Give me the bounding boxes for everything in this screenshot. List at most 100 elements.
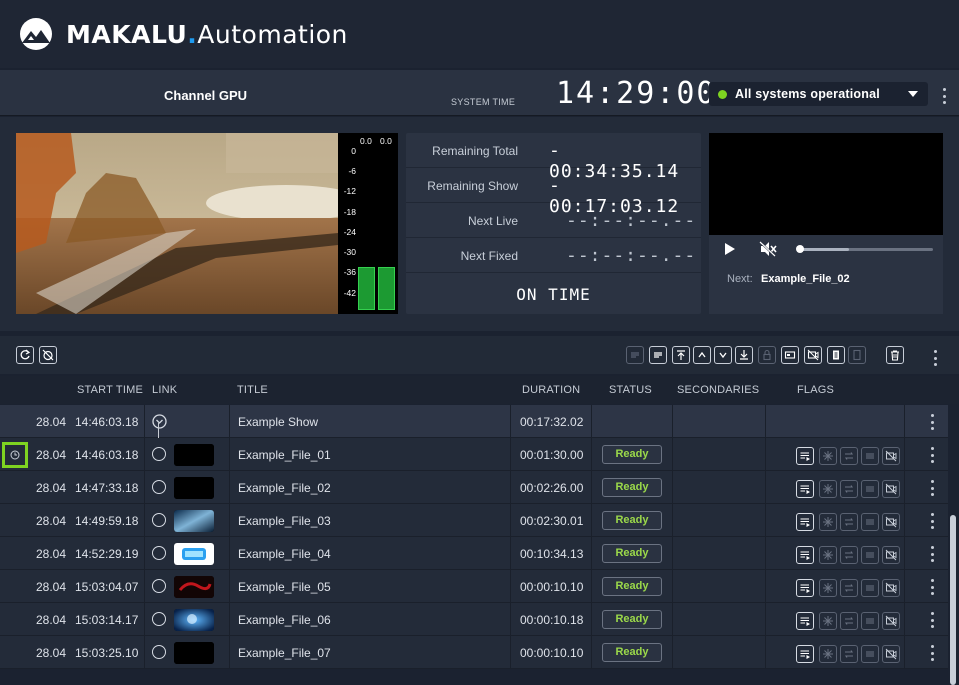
- play-icon[interactable]: [725, 243, 735, 255]
- list-flag-icon[interactable]: [861, 480, 879, 498]
- list-flag-icon[interactable]: [861, 645, 879, 663]
- playlist-flag-icon[interactable]: [796, 546, 814, 564]
- table-row[interactable]: 28.04 14:47:33.18 Example_File_02 00:02:26.…: [0, 471, 948, 504]
- status-badge: Ready: [602, 610, 662, 629]
- row-menu-icon[interactable]: [928, 612, 936, 628]
- delete-icon[interactable]: [886, 346, 904, 364]
- sparkle-flag-icon[interactable]: [819, 513, 837, 531]
- link-node[interactable]: [152, 579, 166, 593]
- media-off-flag-icon[interactable]: [882, 612, 900, 630]
- list-flag-icon[interactable]: [861, 546, 879, 564]
- link-node[interactable]: [152, 513, 166, 527]
- media-off-icon[interactable]: [804, 346, 822, 364]
- sparkle-flag-icon[interactable]: [819, 612, 837, 630]
- row-menu-icon[interactable]: [928, 579, 936, 595]
- channel-menu-icon[interactable]: [940, 88, 948, 104]
- row-title: Example Show: [238, 415, 319, 429]
- playlist-flag-icon[interactable]: [796, 447, 814, 465]
- list-flag-icon[interactable]: [861, 447, 879, 465]
- col-link[interactable]: LINK: [152, 384, 177, 396]
- row-menu-icon[interactable]: [928, 513, 936, 529]
- row-menu-icon[interactable]: [928, 480, 936, 496]
- lock-icon[interactable]: [758, 346, 776, 364]
- sparkle-flag-icon[interactable]: [819, 579, 837, 597]
- mute-icon[interactable]: [759, 241, 777, 257]
- channel-bar: Channel GPU SYSTEM TIME 14:29:00 All sys…: [0, 70, 959, 116]
- col-duration[interactable]: DURATION: [522, 384, 580, 396]
- media-off-flag-icon[interactable]: [882, 480, 900, 498]
- move-bottom-icon[interactable]: [735, 346, 753, 364]
- row-date: 28.04: [36, 448, 67, 462]
- counter-label: Remaining Show: [427, 179, 518, 193]
- row-menu-icon[interactable]: [928, 447, 936, 463]
- sparkle-flag-icon[interactable]: [819, 645, 837, 663]
- live-video-preview: [16, 133, 338, 314]
- table-row[interactable]: 28.04 14:49:59.18 Example_File_03 00:02:30.…: [0, 504, 948, 537]
- media-off-flag-icon[interactable]: [882, 645, 900, 663]
- document-icon[interactable]: [848, 346, 866, 364]
- table-row[interactable]: 28.04 15:03:04.07 Example_File_05 00:00:10.…: [0, 570, 948, 603]
- collapse-show-icon[interactable]: [152, 414, 167, 429]
- move-down-icon[interactable]: [714, 346, 732, 364]
- list-flag-icon[interactable]: [861, 612, 879, 630]
- secondary-event-icon[interactable]: [781, 346, 799, 364]
- col-start-time[interactable]: START TIME: [77, 384, 143, 396]
- list-flag-icon[interactable]: [861, 513, 879, 531]
- show-row[interactable]: 28.04 14:46:03.18 Example Show 00:17:32.…: [0, 405, 948, 438]
- media-off-flag-icon[interactable]: [882, 546, 900, 564]
- script-icon[interactable]: [827, 346, 845, 364]
- loop-flag-icon[interactable]: [840, 513, 858, 531]
- table-row[interactable]: 28.04 15:03:25.10 Example_File_07 00:00:10.…: [0, 636, 948, 669]
- playlist-scrollbar[interactable]: [950, 515, 956, 685]
- list-flag-icon[interactable]: [861, 579, 879, 597]
- col-status[interactable]: STATUS: [609, 384, 652, 396]
- row-menu-icon[interactable]: [928, 546, 936, 562]
- table-row[interactable]: 28.04 15:03:14.17 Example_File_06 00:00:10.…: [0, 603, 948, 636]
- link-node[interactable]: [152, 645, 166, 659]
- system-status-dropdown[interactable]: All systems operational: [709, 82, 928, 106]
- system-time-clock: 14:29:00: [556, 76, 717, 111]
- loop-flag-icon[interactable]: [840, 546, 858, 564]
- loop-flag-icon[interactable]: [840, 579, 858, 597]
- media-off-flag-icon[interactable]: [882, 579, 900, 597]
- loop-flag-icon[interactable]: [840, 645, 858, 663]
- row-menu-icon[interactable]: [928, 645, 936, 661]
- refresh-icon[interactable]: [16, 346, 34, 364]
- link-node[interactable]: [152, 480, 166, 494]
- row-start-time: 15:03:14.17: [75, 613, 139, 627]
- loop-flag-icon[interactable]: [840, 480, 858, 498]
- preview-seek-bar[interactable]: [796, 245, 933, 253]
- playlist-menu-icon[interactable]: [931, 350, 939, 366]
- insert-item-icon[interactable]: [626, 346, 644, 364]
- meter-bar-right: [378, 267, 395, 310]
- table-row[interactable]: 28.04 14:52:29.19 Example_File_04 00:10:34.…: [0, 537, 948, 570]
- table-row[interactable]: 28.04 14:46:03.18 Example_File_01 00:01:30.…: [0, 438, 948, 471]
- seek-knob[interactable]: [796, 245, 804, 253]
- media-off-flag-icon[interactable]: [882, 513, 900, 531]
- timer-off-icon[interactable]: [39, 346, 57, 364]
- link-node[interactable]: [152, 546, 166, 560]
- playlist-flag-icon[interactable]: [796, 645, 814, 663]
- playlist-flag-icon[interactable]: [796, 579, 814, 597]
- link-node[interactable]: [152, 612, 166, 626]
- playlist-flag-icon[interactable]: [796, 513, 814, 531]
- meter-peak-left: 0.0: [360, 136, 372, 146]
- row-date: 28.04: [36, 646, 67, 660]
- move-top-icon[interactable]: [672, 346, 690, 364]
- brand-dot: .: [187, 20, 198, 49]
- sparkle-flag-icon[interactable]: [819, 546, 837, 564]
- loop-flag-icon[interactable]: [840, 447, 858, 465]
- playlist-flag-icon[interactable]: [796, 612, 814, 630]
- media-off-flag-icon[interactable]: [882, 447, 900, 465]
- col-title[interactable]: TITLE: [237, 384, 268, 396]
- move-up-icon[interactable]: [693, 346, 711, 364]
- link-node[interactable]: [152, 447, 166, 461]
- append-item-icon[interactable]: [649, 346, 667, 364]
- sparkle-flag-icon[interactable]: [819, 447, 837, 465]
- playlist-flag-icon[interactable]: [796, 480, 814, 498]
- col-flags[interactable]: FLAGS: [797, 384, 834, 396]
- col-secondaries[interactable]: SECONDARIES: [677, 384, 759, 396]
- sparkle-flag-icon[interactable]: [819, 480, 837, 498]
- loop-flag-icon[interactable]: [840, 612, 858, 630]
- row-menu-icon[interactable]: [928, 414, 936, 430]
